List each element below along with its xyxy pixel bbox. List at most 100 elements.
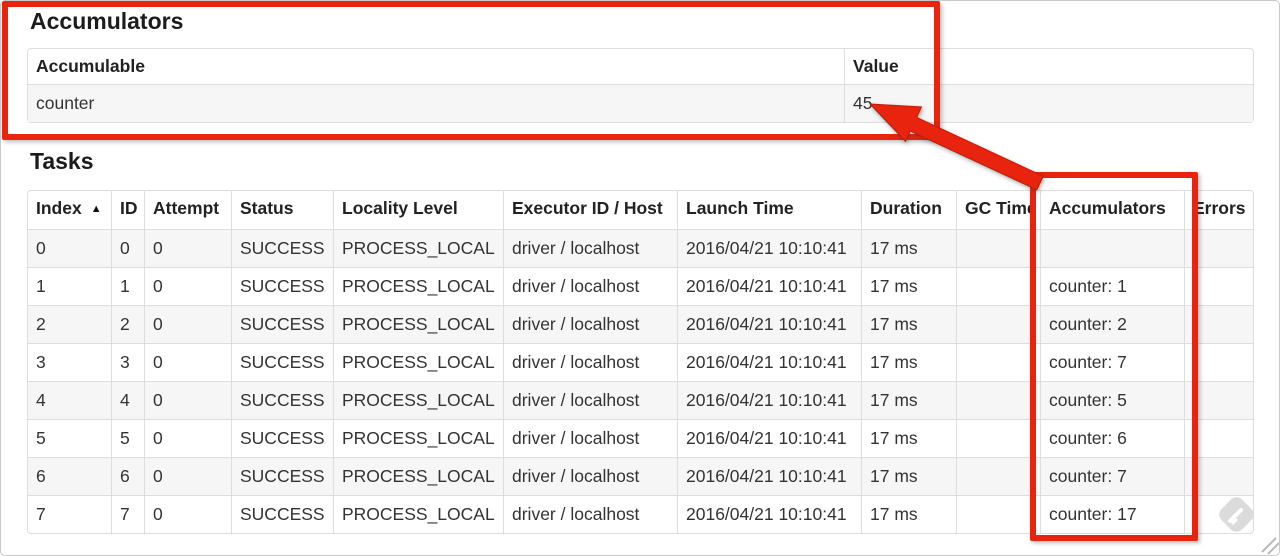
table-cell: 0	[144, 457, 231, 495]
table-cell: counter	[28, 84, 844, 122]
table-cell	[1184, 229, 1253, 267]
column-header-accumulable[interactable]: Accumulable	[28, 49, 844, 84]
table-cell: 17 ms	[861, 457, 956, 495]
column-header-locality-level[interactable]: Locality Level	[333, 191, 503, 229]
column-header-accumulators[interactable]: Accumulators	[1040, 191, 1184, 229]
table-cell: PROCESS_LOCAL	[333, 305, 503, 343]
table-cell: 4	[28, 381, 111, 419]
table-cell: 7	[111, 495, 144, 533]
table-row: 2 2 0 SUCCESS PROCESS_LOCAL driver / localhos…	[28, 305, 1253, 343]
table-cell: 2	[111, 305, 144, 343]
accumulators-section-title: Accumulators	[30, 8, 184, 34]
column-header-id[interactable]: ID	[111, 191, 144, 229]
table-cell: 1	[28, 267, 111, 305]
table-cell: 17 ms	[861, 419, 956, 457]
table-cell	[1184, 343, 1253, 381]
table-cell	[956, 381, 1040, 419]
table-cell: 5	[28, 419, 111, 457]
table-cell	[956, 457, 1040, 495]
table-cell: counter: 7	[1040, 343, 1184, 381]
column-header-errors[interactable]: Errors	[1184, 191, 1253, 229]
table-cell	[1184, 381, 1253, 419]
column-header-executor-id-host[interactable]: Executor ID / Host	[503, 191, 677, 229]
table-cell: PROCESS_LOCAL	[333, 229, 503, 267]
column-header-index-label: Index	[36, 198, 82, 218]
table-cell: driver / localhost	[503, 229, 677, 267]
column-header-value[interactable]: Value	[844, 49, 1253, 84]
table-cell: 6	[28, 457, 111, 495]
sort-ascending-icon: ▲	[90, 203, 102, 215]
column-header-attempt[interactable]: Attempt	[144, 191, 231, 229]
column-header-status[interactable]: Status	[231, 191, 333, 229]
table-cell: 0	[144, 495, 231, 533]
accumulators-header-row: Accumulable Value	[28, 49, 1253, 84]
table-cell: counter: 2	[1040, 305, 1184, 343]
table-cell: counter: 7	[1040, 457, 1184, 495]
table-cell: 0	[144, 267, 231, 305]
table-cell: 17 ms	[861, 381, 956, 419]
table-cell: 5	[111, 419, 144, 457]
table-cell: driver / localhost	[503, 381, 677, 419]
table-cell: driver / localhost	[503, 305, 677, 343]
column-header-launch-time[interactable]: Launch Time	[677, 191, 861, 229]
column-header-gc-time[interactable]: GC Time	[956, 191, 1040, 229]
table-cell: 2016/04/21 10:10:41	[677, 495, 861, 533]
table-cell: 3	[28, 343, 111, 381]
table-cell: 17 ms	[861, 343, 956, 381]
table-cell: 2016/04/21 10:10:41	[677, 381, 861, 419]
table-cell: 0	[144, 419, 231, 457]
table-cell: counter: 1	[1040, 267, 1184, 305]
table-cell: 2016/04/21 10:10:41	[677, 229, 861, 267]
table-cell: driver / localhost	[503, 343, 677, 381]
table-cell: 4	[111, 381, 144, 419]
table-cell: 45	[844, 84, 1253, 122]
table-cell: 2016/04/21 10:10:41	[677, 343, 861, 381]
table-row: 6 6 0 SUCCESS PROCESS_LOCAL driver / localhos…	[28, 457, 1253, 495]
table-cell: 17 ms	[861, 229, 956, 267]
table-cell: SUCCESS	[231, 457, 333, 495]
table-cell: driver / localhost	[503, 457, 677, 495]
table-cell: counter: 5	[1040, 381, 1184, 419]
table-cell	[1184, 305, 1253, 343]
accumulators-table: Accumulable Value counter 45	[27, 48, 1254, 123]
table-cell: 0	[144, 381, 231, 419]
table-cell: 0	[28, 229, 111, 267]
table-row: 0 0 0 SUCCESS PROCESS_LOCAL driver / localhos…	[28, 229, 1253, 267]
table-cell: 0	[144, 343, 231, 381]
table-cell: 7	[28, 495, 111, 533]
table-cell: 6	[111, 457, 144, 495]
spark-stage-page: Accumulators Accumulable Value counter 45…	[0, 0, 1280, 556]
table-cell: counter: 6	[1040, 419, 1184, 457]
tasks-section-title: Tasks	[30, 148, 94, 174]
table-cell: SUCCESS	[231, 267, 333, 305]
table-cell: SUCCESS	[231, 343, 333, 381]
table-cell	[1184, 419, 1253, 457]
table-cell: PROCESS_LOCAL	[333, 267, 503, 305]
table-cell: SUCCESS	[231, 419, 333, 457]
table-cell: SUCCESS	[231, 495, 333, 533]
table-cell: PROCESS_LOCAL	[333, 457, 503, 495]
tasks-table: Index ▲ ID Attempt Status Locality Level …	[27, 190, 1254, 534]
table-row: 3 3 0 SUCCESS PROCESS_LOCAL driver / localhos…	[28, 343, 1253, 381]
table-cell: 2016/04/21 10:10:41	[677, 305, 861, 343]
table-cell: PROCESS_LOCAL	[333, 381, 503, 419]
table-cell: 1	[111, 267, 144, 305]
column-header-index[interactable]: Index ▲	[28, 191, 111, 229]
table-cell	[956, 343, 1040, 381]
table-cell: counter: 17	[1040, 495, 1184, 533]
column-header-duration[interactable]: Duration	[861, 191, 956, 229]
table-cell: 2016/04/21 10:10:41	[677, 267, 861, 305]
table-row: counter 45	[28, 84, 1253, 122]
table-cell	[956, 419, 1040, 457]
table-row: 1 1 0 SUCCESS PROCESS_LOCAL driver / localhos…	[28, 267, 1253, 305]
table-cell: 3	[111, 343, 144, 381]
tasks-header-row: Index ▲ ID Attempt Status Locality Level …	[28, 191, 1253, 229]
table-cell	[956, 267, 1040, 305]
table-cell: 2	[28, 305, 111, 343]
table-cell	[1040, 229, 1184, 267]
table-cell	[1184, 457, 1253, 495]
table-cell: 0	[144, 305, 231, 343]
table-cell: 0	[144, 229, 231, 267]
table-cell: SUCCESS	[231, 305, 333, 343]
table-cell	[956, 229, 1040, 267]
